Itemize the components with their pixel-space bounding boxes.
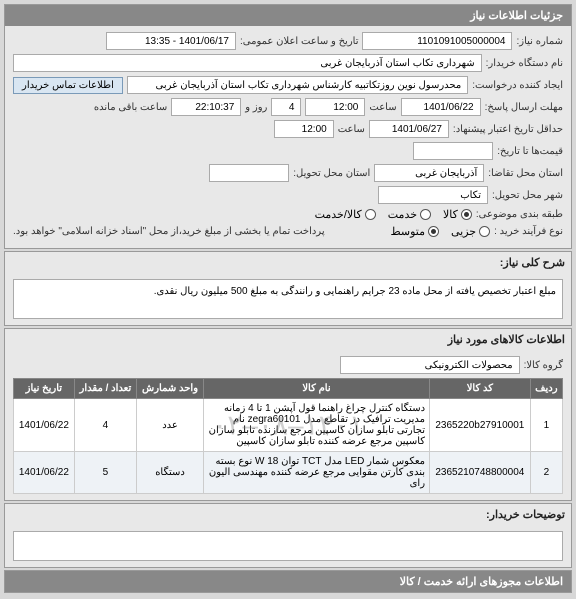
buyer-label: نام دستگاه خریدار: xyxy=(486,58,563,69)
deliver-province-label: استان محل تحویل: xyxy=(293,168,370,179)
col-qty: تعداد / مقدار xyxy=(74,379,136,399)
process-medium-radio[interactable]: متوسط xyxy=(390,225,439,238)
valid-time-value: 12:00 xyxy=(274,120,334,138)
cell-name: دستگاه کنترل چراغ راهنما قول آپشن 1 تا 4… xyxy=(203,399,429,452)
buyer-notes-header: توضیحات خریدار: xyxy=(5,504,571,525)
cell-idx: 2 xyxy=(530,452,562,494)
radio-icon xyxy=(428,226,439,237)
days-label: روز و xyxy=(245,102,267,113)
need-no-label: شماره نیاز: xyxy=(516,36,563,47)
desc-header: شرح کلی نیاز: xyxy=(5,252,571,273)
cell-name: معکوس شمار LED مدل TCT توان W 18 نوع بست… xyxy=(203,452,429,494)
table-row: 22365210748800004معکوس شمار LED مدل TCT … xyxy=(14,452,563,494)
cell-date: 1401/06/22 xyxy=(14,452,75,494)
price-date-value xyxy=(413,142,493,160)
radio-icon xyxy=(420,209,431,220)
req-province-value: آذربایجان غربی xyxy=(374,164,484,182)
payment-note: پرداخت تمام یا بخشی از مبلغ خرید،از محل … xyxy=(13,226,325,237)
process-small-radio[interactable]: جزیی xyxy=(451,225,490,238)
days-value: 4 xyxy=(271,98,301,116)
deliver-province-value xyxy=(209,164,289,182)
cell-code: 2365220b27910001 xyxy=(430,399,531,452)
contact-buyer-button[interactable]: اطلاعات تماس خریدار xyxy=(13,77,123,94)
remain-label: ساعت باقی مانده xyxy=(94,102,167,113)
permits-header: اطلاعات مجوزهای ارائه خدمت / کالا xyxy=(5,571,571,592)
process-radio-group: جزیی متوسط xyxy=(390,225,490,238)
send-deadline-label: مهلت ارسال پاسخ: xyxy=(485,102,563,113)
process-type-label: نوع فرآیند خرید : xyxy=(494,226,563,237)
col-unit: واحد شمارش xyxy=(137,379,204,399)
cell-unit: عدد xyxy=(137,399,204,452)
valid-deadline-label: حداقل تاریخ اعتبار پیشنهاد: xyxy=(453,124,563,135)
public-datetime-label: تاریخ و ساعت اعلان عمومی: xyxy=(240,36,359,47)
col-name: نام کالا xyxy=(203,379,429,399)
cell-code: 2365210748800004 xyxy=(430,452,531,494)
col-date: تاریخ نیاز xyxy=(14,379,75,399)
category-goods-radio[interactable]: کالا xyxy=(443,208,472,221)
requester-label: ایجاد کننده درخواست: xyxy=(472,80,563,91)
cell-date: 1401/06/22 xyxy=(14,399,75,452)
buyer-value: شهرداری تکاب استان آذربایجان غربی xyxy=(13,54,482,72)
remain-time-value: 22:10:37 xyxy=(171,98,241,116)
price-date-label: قیمت‌ها تا تاریخ: xyxy=(497,146,563,157)
public-datetime-value: 1401/06/17 - 13:35 xyxy=(106,32,236,50)
need-no-value: 1101091005000004 xyxy=(362,32,512,50)
cell-unit: دستگاه xyxy=(137,452,204,494)
radio-icon xyxy=(461,209,472,220)
category-radio-group: کالا خدمت کالا/خدمت xyxy=(315,208,472,221)
requester-value: محدرسول نوین روزتکاتبیه کارشناس شهرداری … xyxy=(127,76,468,94)
table-row: 12365220b27910001دستگاه کنترل چراغ راهنم… xyxy=(14,399,563,452)
group-value: محصولات الکترونیکی xyxy=(340,356,520,374)
category-service-radio[interactable]: خدمت xyxy=(388,208,431,221)
group-label: گروه کالا: xyxy=(524,360,563,371)
cell-qty: 4 xyxy=(74,399,136,452)
main-header: جزئیات اطلاعات نیاز xyxy=(5,5,571,26)
col-code: کد کالا xyxy=(430,379,531,399)
deliver-city-value: تکاب xyxy=(378,186,488,204)
valid-time-label: ساعت xyxy=(338,124,365,135)
category-label: طبقه بندی موضوعی: xyxy=(476,209,563,220)
desc-text: مبلع اعتبار تخصیص یافته از محل ماده 23 ج… xyxy=(13,279,563,319)
items-header: اطلاعات کالاهای مورد نیاز xyxy=(5,329,571,350)
deliver-city-label: شهر محل تحویل: xyxy=(492,190,563,201)
req-province-label: استان محل تقاضا: xyxy=(488,168,563,179)
cell-idx: 1 xyxy=(530,399,562,452)
items-table: ردیف کد کالا نام کالا واحد شمارش تعداد /… xyxy=(13,378,563,494)
category-goods-service-radio[interactable]: کالا/خدمت xyxy=(315,208,376,221)
cell-qty: 5 xyxy=(74,452,136,494)
send-time-label: ساعت xyxy=(369,102,396,113)
col-row: ردیف xyxy=(530,379,562,399)
radio-icon xyxy=(365,209,376,220)
valid-date-value: 1401/06/27 xyxy=(369,120,449,138)
send-date-value: 1401/06/22 xyxy=(401,98,481,116)
radio-icon xyxy=(479,226,490,237)
send-time-value: 12:00 xyxy=(305,98,365,116)
